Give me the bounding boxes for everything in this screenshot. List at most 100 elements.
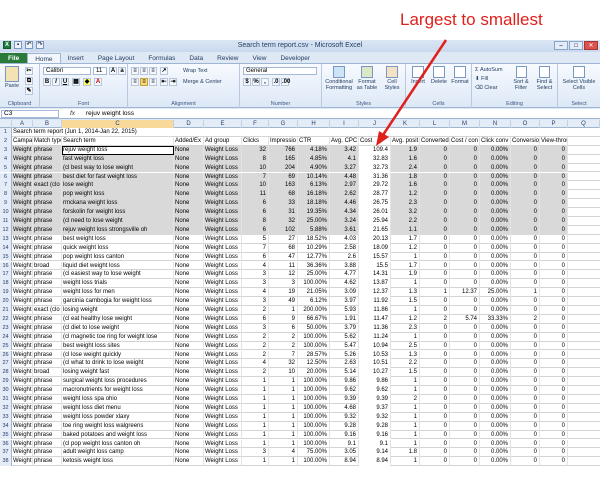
cell[interactable]: 11.24 [359, 332, 391, 342]
cell[interactable]: 0 [511, 377, 540, 387]
cell[interactable]: 1 [391, 386, 420, 395]
column-header-f[interactable]: F [242, 120, 269, 128]
cell[interactable]: None [174, 412, 204, 422]
cell[interactable]: 19 [269, 288, 298, 298]
report-title-cell[interactable]: Search term report (Jun 1, 2014-Jan 22, … [13, 128, 137, 137]
row-header[interactable]: 13 [0, 234, 12, 244]
align-right-icon[interactable]: ≡ [149, 78, 157, 86]
tab-developer[interactable]: Developer [273, 53, 317, 63]
cell[interactable]: 7 [242, 172, 269, 182]
column-header-k[interactable]: K [391, 120, 420, 128]
cell[interactable]: Weight Lo [12, 395, 33, 404]
cell[interactable]: 1 [391, 306, 420, 315]
cell[interactable]: 0.00% [480, 181, 511, 191]
cell[interactable]: phrase [33, 386, 62, 395]
cell[interactable]: 165 [269, 154, 298, 164]
row-header[interactable]: 32 [0, 403, 12, 413]
cell[interactable]: Weight Lo [12, 412, 33, 422]
cell[interactable]: 0 [450, 457, 480, 467]
cell[interactable]: 0 [450, 181, 480, 191]
cell[interactable]: 0 [540, 439, 568, 449]
cell[interactable]: None [174, 395, 204, 404]
cell[interactable]: 31 [269, 208, 298, 217]
cell[interactable]: 0 [511, 243, 540, 253]
cell[interactable]: 32 [269, 217, 298, 226]
cell[interactable]: phrase [33, 439, 62, 449]
cell[interactable]: 0 [450, 297, 480, 306]
cell[interactable]: 0 [420, 243, 450, 253]
cell[interactable]: (cl pop weight loss canton oh [62, 439, 174, 449]
cell[interactable]: toe ring weight loss walgreens [62, 421, 174, 431]
cell[interactable]: forskolin for weight loss [62, 208, 174, 217]
cell[interactable]: 0 [450, 359, 480, 369]
header-cell[interactable]: Clicks [242, 136, 269, 146]
cell[interactable]: 0 [420, 341, 450, 351]
cell[interactable]: 1 [242, 403, 269, 413]
cell[interactable]: 1.6 [391, 154, 420, 164]
fx-icon[interactable]: fx [70, 110, 75, 117]
cell[interactable]: Weight Loss [204, 288, 242, 298]
cell[interactable]: 2.3 [391, 199, 420, 209]
align-bottom-icon[interactable]: ≡ [149, 67, 157, 75]
cell[interactable]: 3 [242, 297, 269, 306]
cell[interactable]: 0 [540, 395, 568, 404]
cell[interactable]: surgical weight loss procedures [62, 377, 174, 387]
header-cell[interactable]: Search term [62, 136, 174, 146]
cell[interactable]: 100.00% [298, 430, 330, 440]
cell[interactable]: 5.26 [330, 350, 359, 360]
wrap-text-button[interactable]: Wrap Text [183, 68, 208, 74]
cell[interactable]: 0 [420, 430, 450, 440]
cell[interactable]: 1.2 [391, 190, 420, 200]
cell[interactable]: 29.72 [359, 181, 391, 191]
tab-insert[interactable]: Insert [61, 53, 91, 63]
cell[interactable]: 1 [242, 395, 269, 404]
cell[interactable]: 25.00% [480, 288, 511, 298]
cell[interactable]: Weight Loss [204, 297, 242, 306]
copy-icon[interactable]: ⧉ [25, 77, 33, 85]
cell[interactable]: 0 [540, 350, 568, 360]
cell[interactable]: 0 [540, 154, 568, 164]
cell[interactable]: 0 [420, 163, 450, 173]
cell[interactable]: 9.28 [359, 421, 391, 431]
cell[interactable]: 3 [242, 270, 269, 280]
cell[interactable]: 102 [269, 225, 298, 235]
cell[interactable]: Weight Loss [204, 252, 242, 262]
cell[interactable]: 2 [242, 332, 269, 342]
column-header-e[interactable]: E [204, 120, 242, 128]
minimize-button[interactable]: – [554, 41, 568, 50]
row-header[interactable]: 6 [0, 172, 12, 182]
cell[interactable]: 0 [511, 421, 540, 431]
column-header-b[interactable]: B [33, 120, 62, 128]
name-box[interactable]: C3 [1, 110, 59, 118]
cell[interactable]: Weight Loss [204, 368, 242, 378]
cell[interactable]: 4.85% [298, 154, 330, 164]
cell[interactable]: 0 [540, 430, 568, 440]
underline-button[interactable]: U [61, 78, 69, 86]
cell[interactable]: Weight Lo [12, 457, 33, 467]
column-header-d[interactable]: D [174, 120, 204, 128]
cell[interactable]: 4.18% [298, 145, 330, 155]
cell[interactable]: 6.12% [298, 297, 330, 306]
cell[interactable]: 1.9 [391, 270, 420, 280]
cell[interactable]: 2 [242, 341, 269, 351]
cell[interactable]: 0 [420, 421, 450, 431]
cell[interactable]: 15.57 [359, 252, 391, 262]
cell[interactable]: 9.86 [359, 377, 391, 387]
cell[interactable]: 3 [242, 279, 269, 289]
cell[interactable]: 10.14% [298, 172, 330, 182]
cell[interactable]: 10.51 [359, 359, 391, 369]
cell[interactable]: 0 [420, 190, 450, 200]
cell[interactable]: 0 [420, 217, 450, 226]
cell[interactable]: 0.00% [480, 172, 511, 182]
cell[interactable]: 3.61 [330, 225, 359, 235]
cell[interactable]: 0 [420, 145, 450, 155]
cell[interactable]: Weight Lo [12, 314, 33, 324]
header-cell[interactable]: View-through cc [540, 136, 568, 146]
cell[interactable]: pop weight loss [62, 190, 174, 200]
cell[interactable]: 2 [391, 395, 420, 404]
cell[interactable]: phrase [33, 314, 62, 324]
cell[interactable]: Weight Lo [12, 430, 33, 440]
cell[interactable]: Weight Lo [12, 270, 33, 280]
cell[interactable]: Weight Lo [12, 359, 33, 369]
cell[interactable]: Weight Loss [204, 386, 242, 395]
